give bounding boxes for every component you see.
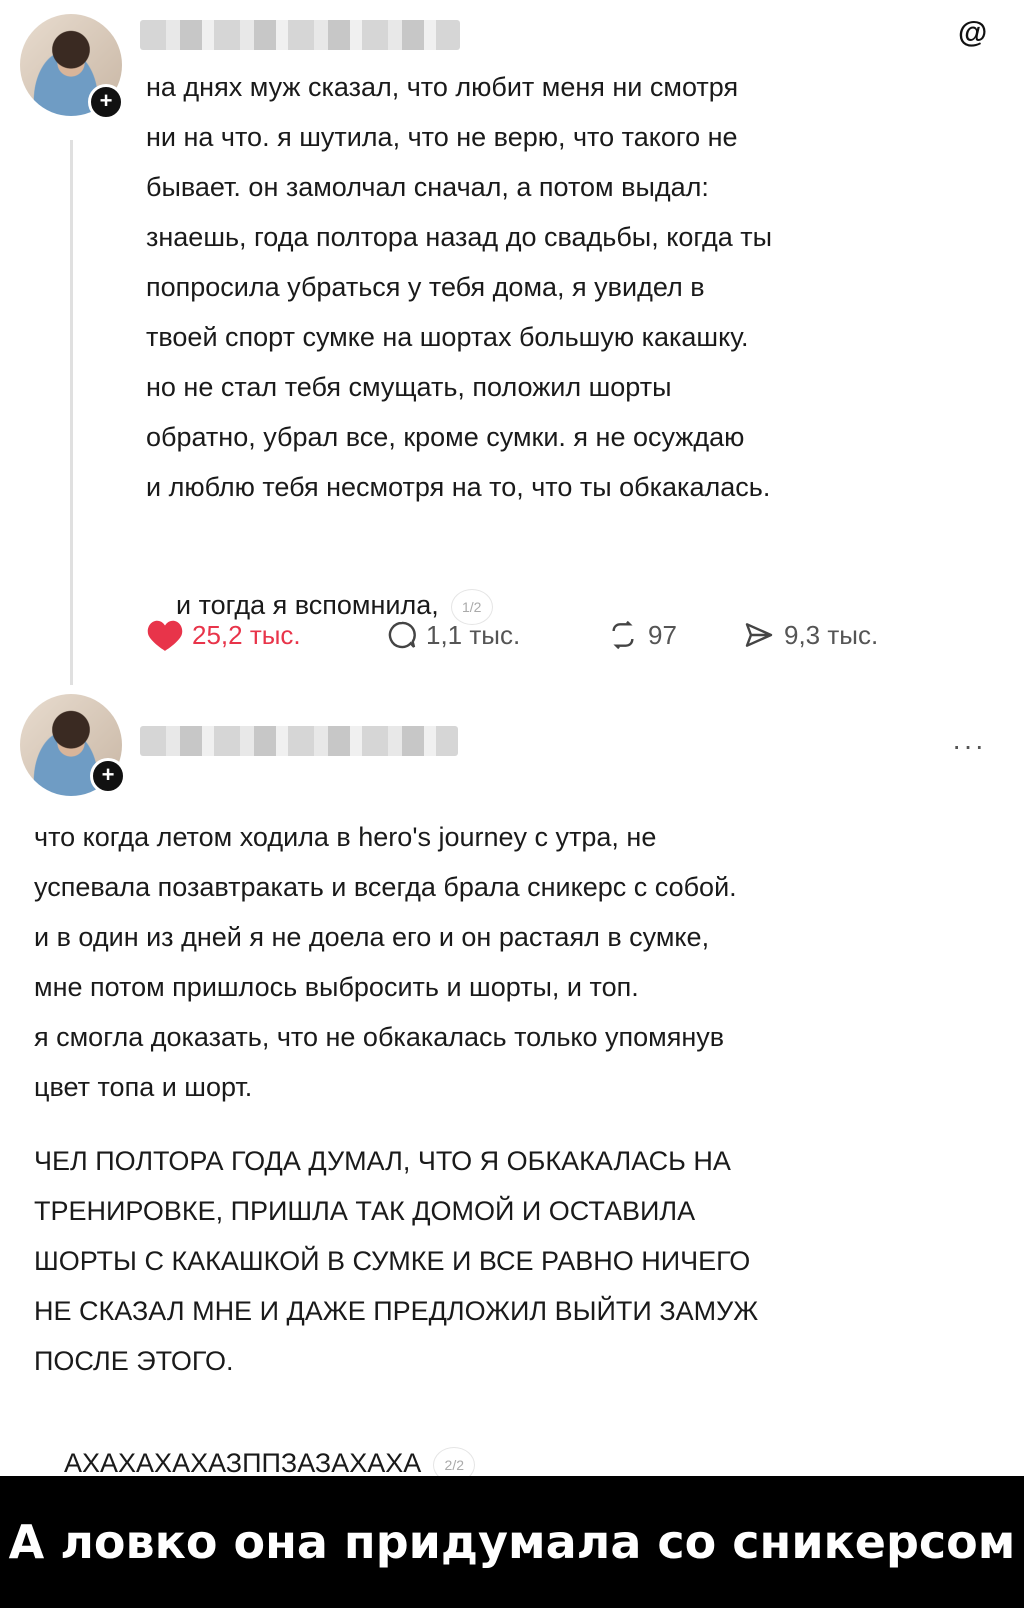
share-button[interactable]: 9,3 тыс. <box>742 615 878 655</box>
comment-button[interactable]: 1,1 тыс. <box>386 615 520 655</box>
share-icon <box>745 623 773 647</box>
username-blurred[interactable] <box>140 20 460 50</box>
like-count: 25,2 тыс. <box>192 619 301 650</box>
username-blurred[interactable] <box>140 726 458 756</box>
laugh-text: АХАХАХАХАЗППЗАЗАХАХА <box>64 1448 422 1478</box>
post-continuation: и тогда я вспомнила, 1/2 <box>146 530 846 680</box>
heart-icon <box>147 620 183 651</box>
share-count: 9,3 тыс. <box>784 619 879 650</box>
repost-button[interactable]: 97 <box>606 615 677 655</box>
post-caps-text: ЧЕЛ ПОЛТОРА ГОДА ДУМАЛ, ЧТО Я ОБКАКАЛАСЬ… <box>34 1146 759 1376</box>
threads-icon: @ <box>958 16 988 49</box>
comment-count: 1,1 тыс. <box>426 619 521 650</box>
thread-connector-line <box>70 140 73 685</box>
comment-icon <box>388 621 416 649</box>
post-actions: 25,2 тыс. 1,1 тыс. 97 9,3 тыс. <box>146 615 946 655</box>
follow-plus-icon[interactable]: + <box>88 84 124 120</box>
meme-caption-bar: А ловко она придумала со сникерсом <box>0 1476 1024 1608</box>
like-button[interactable]: 25,2 тыс. <box>146 615 301 655</box>
thread-post-1: + @ на днях муж сказал, что любит меня н… <box>0 0 1024 700</box>
thread-post-2: + ··· что когда летом ходила в hero's jo… <box>0 694 1024 1483</box>
meme-caption: А ловко она придумала со сникерсом <box>8 1515 1016 1569</box>
repost-icon <box>612 620 634 650</box>
post-text: что когда летом ходила в hero's journey … <box>34 822 737 1102</box>
follow-plus-icon[interactable]: + <box>90 758 126 794</box>
more-options-icon[interactable]: ··· <box>952 730 986 762</box>
post-text: на днях муж сказал, что любит меня ни см… <box>146 72 773 502</box>
repost-count: 97 <box>648 619 677 650</box>
